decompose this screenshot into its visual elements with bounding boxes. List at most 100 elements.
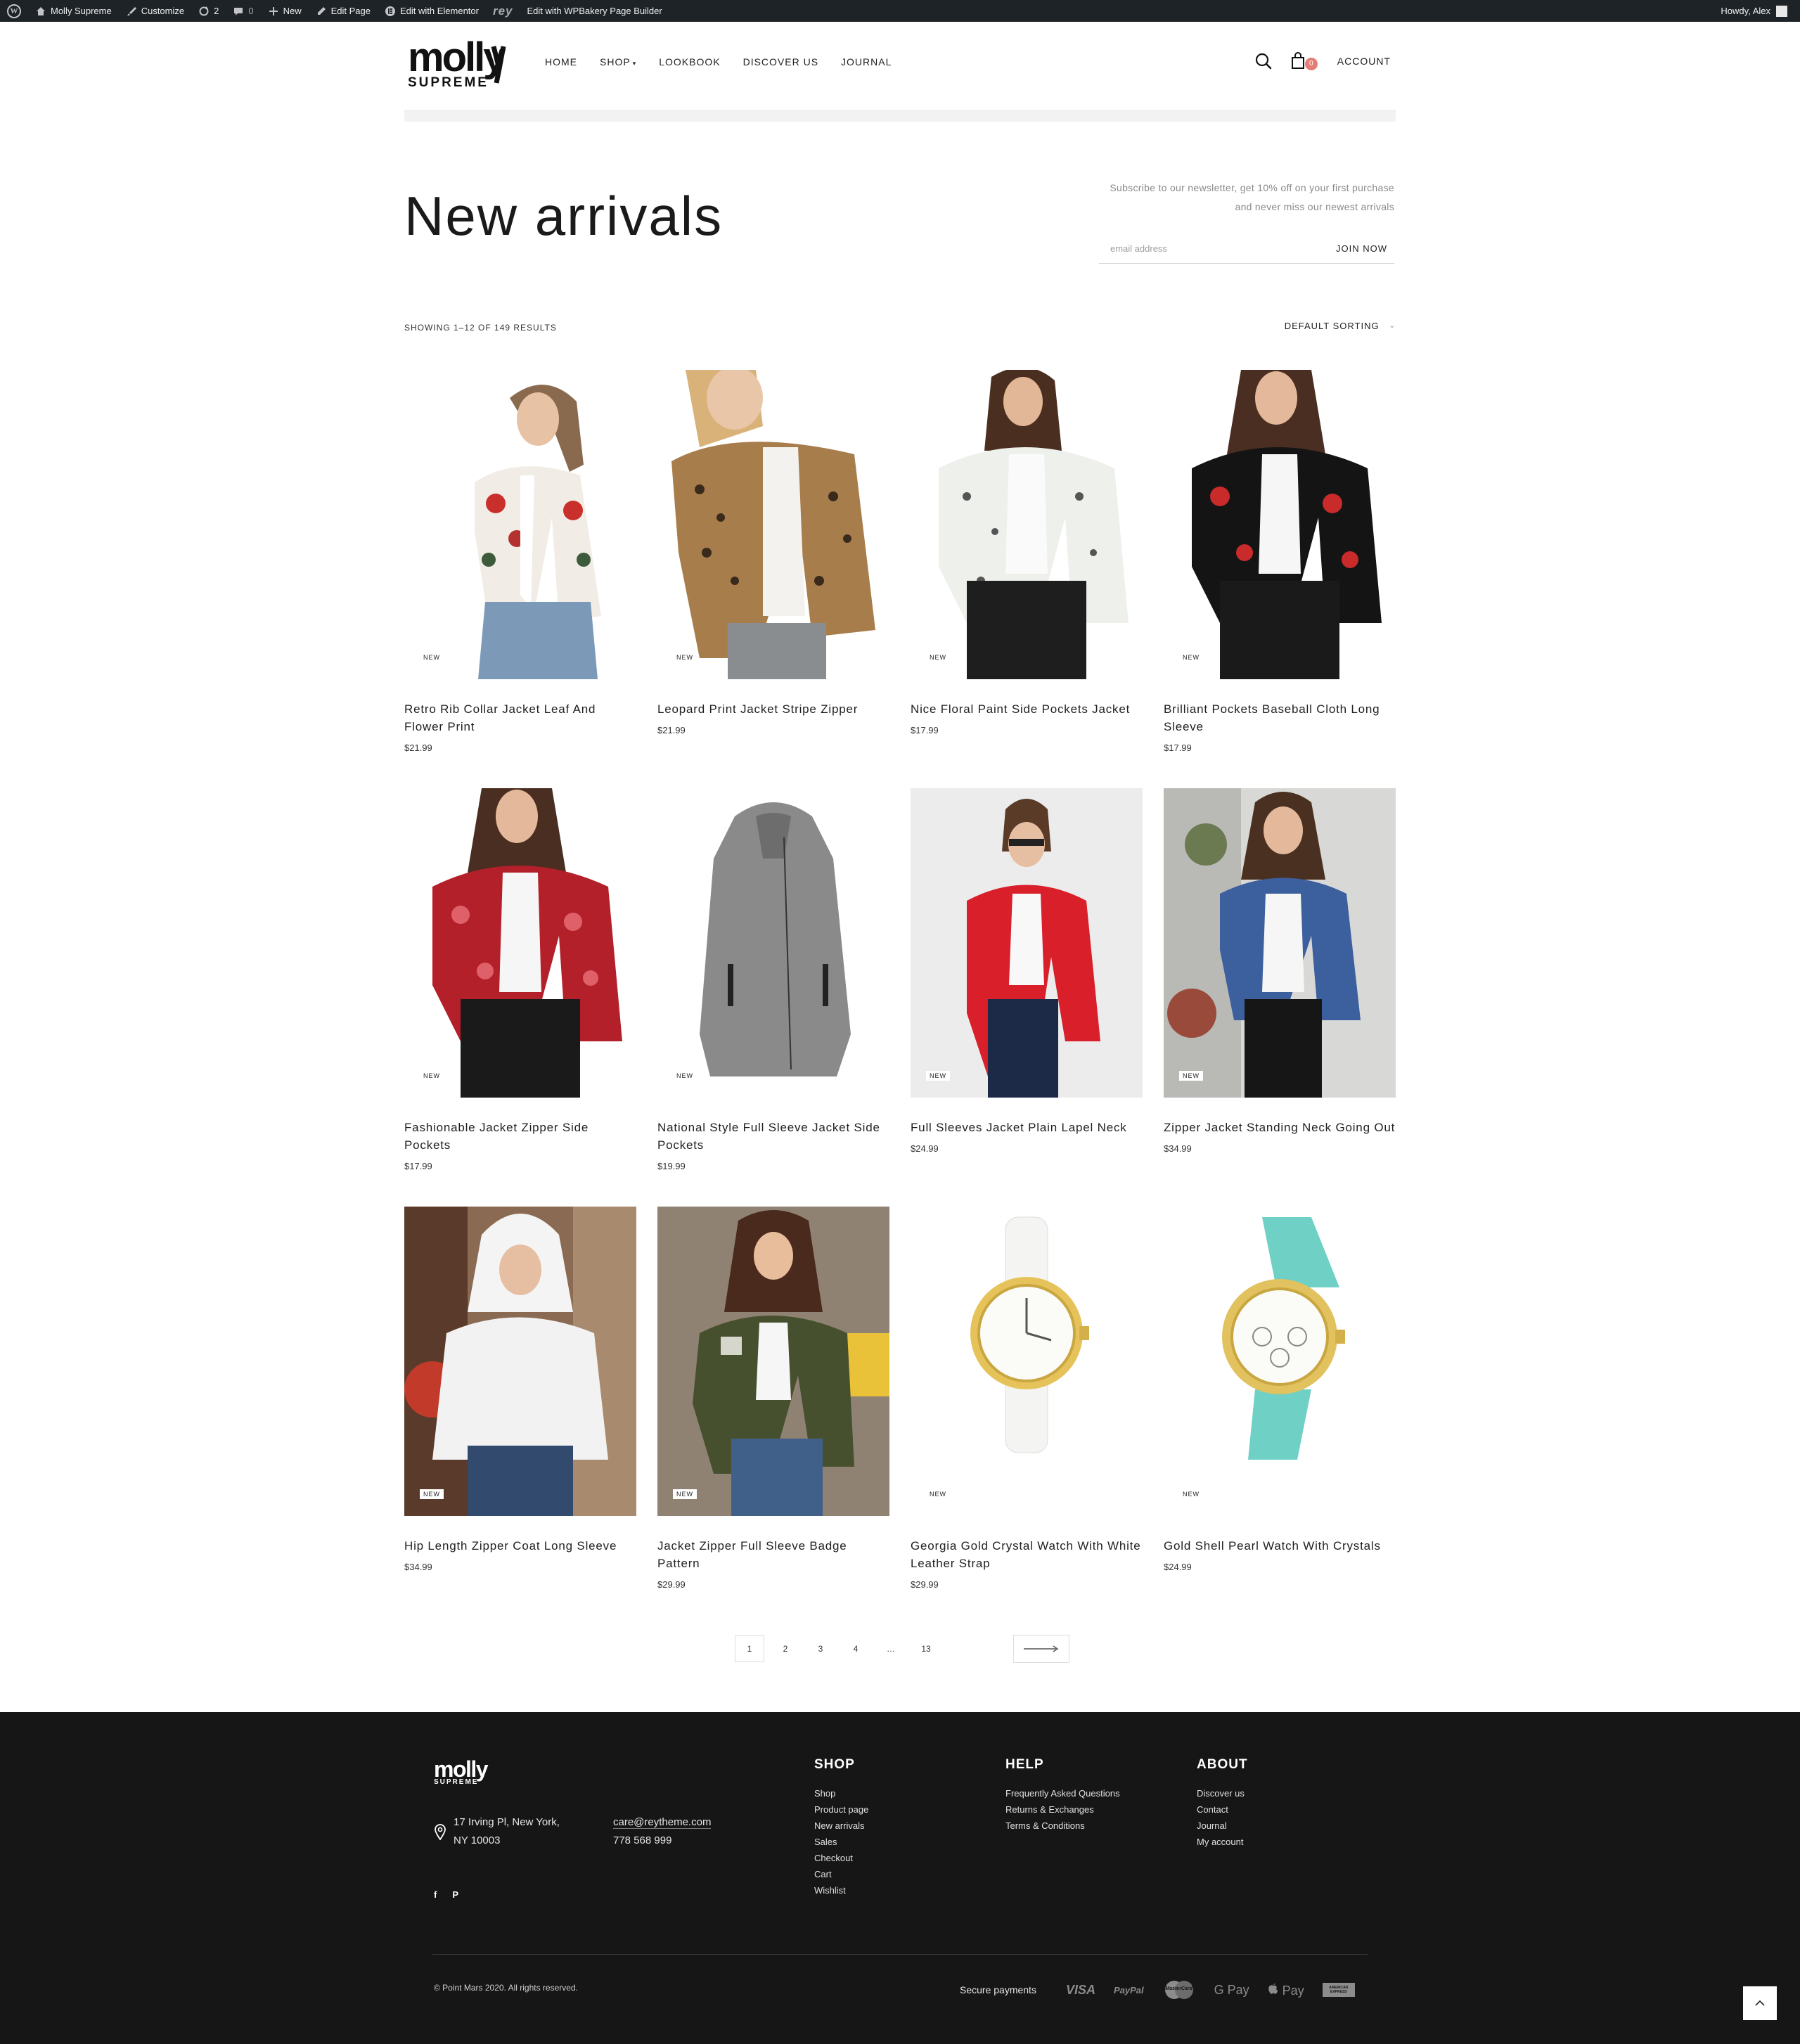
footer-link-journal[interactable]: Journal bbox=[1197, 1818, 1248, 1834]
page-3-button[interactable]: 3 bbox=[806, 1636, 835, 1661]
product-title[interactable]: Hip Length Zipper Coat Long Sleeve bbox=[404, 1537, 636, 1555]
facebook-icon[interactable]: f bbox=[434, 1889, 437, 1900]
footer-link-contact[interactable]: Contact bbox=[1197, 1801, 1248, 1818]
product-price: $19.99 bbox=[657, 1161, 686, 1171]
footer-link-terms[interactable]: Terms & Conditions bbox=[1005, 1818, 1120, 1834]
footer-link-checkout[interactable]: Checkout bbox=[814, 1850, 868, 1866]
footer-about-title: ABOUT bbox=[1197, 1757, 1248, 1772]
my-account-menu[interactable]: Howdy, Alex bbox=[1721, 5, 1800, 17]
wordpress-icon: W bbox=[7, 4, 21, 18]
product-image bbox=[1164, 788, 1396, 1098]
footer-link-product-page[interactable]: Product page bbox=[814, 1801, 868, 1818]
back-to-top-button[interactable] bbox=[1743, 1986, 1777, 2020]
product-image-link[interactable]: NEW bbox=[657, 788, 889, 1098]
edit-elementor-label: Edit with Elementor bbox=[399, 6, 479, 16]
newsletter-description: Subscribe to our newsletter, get 10% off… bbox=[1029, 179, 1394, 217]
product-title[interactable]: Georgia Gold Crystal Watch With White Le… bbox=[911, 1537, 1143, 1572]
product-title[interactable]: Leopard Print Jacket Stripe Zipper bbox=[657, 700, 889, 718]
footer-link-returns[interactable]: Returns & Exchanges bbox=[1005, 1801, 1120, 1818]
footer-link-new-arrivals[interactable]: New arrivals bbox=[814, 1818, 868, 1834]
product-title[interactable]: National Style Full Sleeve Jacket Side P… bbox=[657, 1119, 889, 1154]
new-badge: NEW bbox=[926, 1071, 950, 1081]
customize-link[interactable]: Customize bbox=[119, 0, 191, 22]
page-13-button[interactable]: 13 bbox=[912, 1636, 940, 1661]
comments-count: 0 bbox=[248, 6, 254, 16]
site-name-link[interactable]: Molly Supreme bbox=[28, 0, 119, 22]
footer-contact: care@reytheme.com 778 568 999 bbox=[613, 1813, 712, 1850]
plus-icon bbox=[269, 6, 278, 15]
product-card: NEW Fashionable Jacket Zipper Side Pocke… bbox=[404, 788, 636, 1171]
footer-email-link[interactable]: care@reytheme.com bbox=[613, 1816, 712, 1829]
cart-count-badge: 0 bbox=[1304, 58, 1318, 70]
page-4-button[interactable]: 4 bbox=[842, 1636, 870, 1661]
product-image-link[interactable]: NEW bbox=[404, 1207, 636, 1516]
product-card: NEW Brilliant Pockets Baseball Cloth Lon… bbox=[1164, 370, 1396, 753]
nav-shop[interactable]: SHOP ▾ bbox=[600, 56, 636, 68]
edit-page-link[interactable]: Edit Page bbox=[309, 0, 378, 22]
footer-link-my-account[interactable]: My account bbox=[1197, 1834, 1248, 1850]
sorting-dropdown[interactable]: DEFAULT SORTING ⌄ bbox=[1285, 321, 1396, 331]
product-image bbox=[404, 788, 636, 1098]
product-title[interactable]: Jacket Zipper Full Sleeve Badge Pattern bbox=[657, 1537, 889, 1572]
next-page-button[interactable] bbox=[1013, 1635, 1069, 1663]
new-badge: NEW bbox=[1183, 654, 1200, 661]
product-image-link[interactable]: NEW bbox=[1164, 370, 1396, 679]
product-image-link[interactable]: NEW bbox=[1164, 1207, 1396, 1516]
footer-link-cart[interactable]: Cart bbox=[814, 1866, 868, 1882]
product-title[interactable]: Zipper Jacket Standing Neck Going Out bbox=[1164, 1119, 1396, 1136]
footer-logo[interactable]: molly SUPREME bbox=[434, 1758, 489, 1787]
search-icon[interactable] bbox=[1254, 52, 1273, 70]
nav-home[interactable]: HOME bbox=[545, 56, 577, 68]
site-logo[interactable]: molly SUPREME bbox=[408, 37, 510, 90]
footer-link-shop[interactable]: Shop bbox=[814, 1785, 868, 1801]
product-image-link[interactable]: NEW bbox=[404, 370, 636, 679]
comments-link[interactable]: 0 bbox=[226, 0, 260, 22]
cart-button[interactable]: 0 bbox=[1290, 52, 1318, 70]
product-image bbox=[911, 370, 1143, 679]
footer-address: 17 Irving Pl, New York, NY 10003 bbox=[434, 1813, 560, 1850]
footer-link-faq[interactable]: Frequently Asked Questions bbox=[1005, 1785, 1120, 1801]
paypal-icon: PayPal bbox=[1113, 1984, 1144, 1995]
edit-elementor-link[interactable]: Edit with Elementor bbox=[378, 0, 486, 22]
product-image-link[interactable]: NEW bbox=[911, 788, 1143, 1098]
account-link[interactable]: ACCOUNT bbox=[1337, 56, 1391, 67]
footer-link-wishlist[interactable]: Wishlist bbox=[814, 1882, 868, 1898]
product-image-link[interactable]: NEW bbox=[404, 788, 636, 1098]
new-badge: NEW bbox=[676, 1072, 693, 1079]
join-now-button[interactable]: JOIN NOW bbox=[1336, 243, 1394, 254]
nav-journal[interactable]: JOURNAL bbox=[841, 56, 892, 68]
pinterest-icon[interactable]: P bbox=[452, 1889, 458, 1900]
product-image-link[interactable]: NEW bbox=[657, 1207, 889, 1516]
product-title[interactable]: Nice Floral Paint Side Pockets Jacket bbox=[911, 700, 1143, 718]
product-title[interactable]: Retro Rib Collar Jacket Leaf And Flower … bbox=[404, 700, 636, 735]
product-title[interactable]: Fashionable Jacket Zipper Side Pockets bbox=[404, 1119, 636, 1154]
product-card: NEW Full Sleeves Jacket Plain Lapel Neck… bbox=[911, 788, 1143, 1154]
product-image-link[interactable]: NEW bbox=[911, 1207, 1143, 1516]
edit-wpbakery-label: Edit with WPBakery Page Builder bbox=[527, 6, 662, 16]
new-badge: NEW bbox=[423, 654, 440, 661]
product-title[interactable]: Brilliant Pockets Baseball Cloth Long Sl… bbox=[1164, 700, 1396, 735]
email-field[interactable] bbox=[1099, 242, 1336, 255]
product-title[interactable]: Full Sleeves Jacket Plain Lapel Neck bbox=[911, 1119, 1143, 1136]
page-1-button[interactable]: 1 bbox=[735, 1635, 764, 1662]
page-2-button[interactable]: 2 bbox=[771, 1636, 799, 1661]
product-image bbox=[404, 370, 636, 679]
new-content-link[interactable]: New bbox=[261, 0, 309, 22]
product-price: $17.99 bbox=[911, 725, 939, 735]
edit-wpbakery-link[interactable]: Edit with WPBakery Page Builder bbox=[520, 0, 669, 22]
new-badge: NEW bbox=[423, 1072, 440, 1079]
product-image-link[interactable]: NEW bbox=[911, 370, 1143, 679]
wordpress-logo-button[interactable]: W bbox=[0, 0, 28, 22]
product-title[interactable]: Gold Shell Pearl Watch With Crystals bbox=[1164, 1537, 1396, 1555]
rey-menu[interactable]: rey bbox=[486, 0, 520, 22]
nav-lookbook[interactable]: LOOKBOOK bbox=[659, 56, 720, 68]
footer-link-sales[interactable]: Sales bbox=[814, 1834, 868, 1850]
amex-label: AMERICAN EXPRESS bbox=[1329, 1986, 1349, 1994]
updates-link[interactable]: 2 bbox=[191, 0, 226, 22]
chevron-up-icon bbox=[1755, 2000, 1765, 2006]
product-image-link[interactable]: NEW bbox=[657, 370, 889, 679]
product-image-link[interactable]: NEW bbox=[1164, 788, 1396, 1098]
nav-discover-us[interactable]: DISCOVER US bbox=[743, 56, 818, 68]
footer-link-discover-us[interactable]: Discover us bbox=[1197, 1785, 1248, 1801]
product-card: NEW National Style Full Sleeve Jacket Si… bbox=[657, 788, 889, 1171]
